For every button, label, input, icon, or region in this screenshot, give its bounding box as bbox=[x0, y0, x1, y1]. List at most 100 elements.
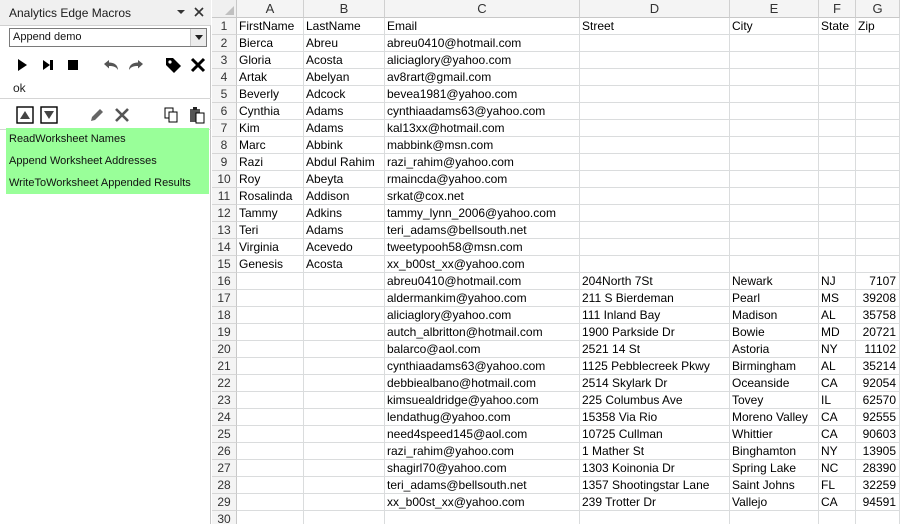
row-header[interactable]: 4 bbox=[212, 69, 237, 86]
cell-c28[interactable]: teri_adams@bellsouth.net bbox=[385, 477, 580, 494]
cell-g9[interactable] bbox=[856, 154, 900, 171]
cell-a22[interactable] bbox=[237, 375, 304, 392]
cell-e8[interactable] bbox=[730, 137, 819, 154]
cell-c7[interactable]: kal13xx@hotmail.com bbox=[385, 120, 580, 137]
cell-b9[interactable]: Abdul Rahim bbox=[304, 154, 385, 171]
cell-c24[interactable]: lendathug@yahoo.com bbox=[385, 409, 580, 426]
cell-f11[interactable] bbox=[819, 188, 856, 205]
row-header[interactable]: 20 bbox=[212, 341, 237, 358]
cell-g29[interactable]: 94591 bbox=[856, 494, 900, 511]
cell-f22[interactable]: CA bbox=[819, 375, 856, 392]
cell-a11[interactable]: Rosalinda bbox=[237, 188, 304, 205]
row-header[interactable]: 21 bbox=[212, 358, 237, 375]
cell-b17[interactable] bbox=[304, 290, 385, 307]
cell-d26[interactable]: 1 Mather St bbox=[580, 443, 730, 460]
cell-c14[interactable]: tweetypooh58@msn.com bbox=[385, 239, 580, 256]
cell-c17[interactable]: aldermankim@yahoo.com bbox=[385, 290, 580, 307]
cell-a17[interactable] bbox=[237, 290, 304, 307]
tag-icon[interactable] bbox=[162, 54, 184, 76]
cell-e23[interactable]: Tovey bbox=[730, 392, 819, 409]
cell-c29[interactable]: xx_b00st_xx@yahoo.com bbox=[385, 494, 580, 511]
row-header[interactable]: 27 bbox=[212, 460, 237, 477]
cell-e21[interactable]: Birmingham bbox=[730, 358, 819, 375]
cell-b10[interactable]: Abeyta bbox=[304, 171, 385, 188]
cell-g25[interactable]: 90603 bbox=[856, 426, 900, 443]
cell-d22[interactable]: 2514 Skylark Dr bbox=[580, 375, 730, 392]
cell-d20[interactable]: 2521 14 St bbox=[580, 341, 730, 358]
cell-b11[interactable]: Addison bbox=[304, 188, 385, 205]
cell-g13[interactable] bbox=[856, 222, 900, 239]
cell-c12[interactable]: tammy_lynn_2006@yahoo.com bbox=[385, 205, 580, 222]
cell-d7[interactable] bbox=[580, 120, 730, 137]
cell-g20[interactable]: 11102 bbox=[856, 341, 900, 358]
cell-g10[interactable] bbox=[856, 171, 900, 188]
cell-f16[interactable]: NJ bbox=[819, 273, 856, 290]
macro-step-item[interactable]: WriteToWorksheet Appended Results bbox=[6, 172, 209, 194]
cell-a20[interactable] bbox=[237, 341, 304, 358]
cell-e2[interactable] bbox=[730, 35, 819, 52]
cell-a24[interactable] bbox=[237, 409, 304, 426]
row-header[interactable]: 12 bbox=[212, 205, 237, 222]
cell-a16[interactable] bbox=[237, 273, 304, 290]
cell-c25[interactable]: need4speed145@aol.com bbox=[385, 426, 580, 443]
delete-icon[interactable] bbox=[187, 54, 209, 76]
cell-g8[interactable] bbox=[856, 137, 900, 154]
cell-c11[interactable]: srkat@cox.net bbox=[385, 188, 580, 205]
cell-f17[interactable]: MS bbox=[819, 290, 856, 307]
chevron-down-icon[interactable] bbox=[190, 29, 206, 46]
cell-g3[interactable] bbox=[856, 52, 900, 69]
column-header-d[interactable]: D bbox=[580, 0, 730, 18]
move-up-icon[interactable] bbox=[14, 104, 36, 126]
cell-b1[interactable]: LastName bbox=[304, 18, 385, 35]
cell-c1[interactable]: Email bbox=[385, 18, 580, 35]
cell-a15[interactable]: Genesis bbox=[237, 256, 304, 273]
undo-icon[interactable] bbox=[100, 54, 122, 76]
macro-step-item[interactable]: ReadWorksheet Names bbox=[6, 128, 209, 150]
cell-f10[interactable] bbox=[819, 171, 856, 188]
cell-e1[interactable]: City bbox=[730, 18, 819, 35]
cell-a4[interactable]: Artak bbox=[237, 69, 304, 86]
cell-a26[interactable] bbox=[237, 443, 304, 460]
cell-b2[interactable]: Abreu bbox=[304, 35, 385, 52]
cell-f8[interactable] bbox=[819, 137, 856, 154]
cell-b12[interactable]: Adkins bbox=[304, 205, 385, 222]
row-header[interactable]: 22 bbox=[212, 375, 237, 392]
cell-g18[interactable]: 35758 bbox=[856, 307, 900, 324]
cell-c13[interactable]: teri_adams@bellsouth.net bbox=[385, 222, 580, 239]
cell-e12[interactable] bbox=[730, 205, 819, 222]
cell-f30[interactable] bbox=[819, 511, 856, 524]
row-header[interactable]: 15 bbox=[212, 256, 237, 273]
cell-e17[interactable]: Pearl bbox=[730, 290, 819, 307]
cell-c3[interactable]: aliciaglory@yahoo.com bbox=[385, 52, 580, 69]
cell-b7[interactable]: Adams bbox=[304, 120, 385, 137]
cell-f1[interactable]: State bbox=[819, 18, 856, 35]
cell-b30[interactable] bbox=[304, 511, 385, 524]
cell-e18[interactable]: Madison bbox=[730, 307, 819, 324]
row-header[interactable]: 24 bbox=[212, 409, 237, 426]
cell-f15[interactable] bbox=[819, 256, 856, 273]
cell-f14[interactable] bbox=[819, 239, 856, 256]
cell-a18[interactable] bbox=[237, 307, 304, 324]
cell-d10[interactable] bbox=[580, 171, 730, 188]
cell-a3[interactable]: Gloria bbox=[237, 52, 304, 69]
cell-c9[interactable]: razi_rahim@yahoo.com bbox=[385, 154, 580, 171]
column-header-f[interactable]: F bbox=[819, 0, 856, 18]
macro-step-item[interactable]: Append Worksheet Addresses bbox=[6, 150, 209, 172]
cell-b8[interactable]: Abbink bbox=[304, 137, 385, 154]
cell-e28[interactable]: Saint Johns bbox=[730, 477, 819, 494]
cell-a21[interactable] bbox=[237, 358, 304, 375]
cell-f12[interactable] bbox=[819, 205, 856, 222]
row-header[interactable]: 6 bbox=[212, 103, 237, 120]
cell-b13[interactable]: Adams bbox=[304, 222, 385, 239]
row-header[interactable]: 30 bbox=[212, 511, 237, 524]
cell-d17[interactable]: 211 S Bierdeman bbox=[580, 290, 730, 307]
row-header[interactable]: 25 bbox=[212, 426, 237, 443]
cell-b24[interactable] bbox=[304, 409, 385, 426]
row-header[interactable]: 26 bbox=[212, 443, 237, 460]
move-down-icon[interactable] bbox=[38, 104, 60, 126]
cell-b6[interactable]: Adams bbox=[304, 103, 385, 120]
play-icon[interactable] bbox=[11, 54, 33, 76]
cell-a9[interactable]: Razi bbox=[237, 154, 304, 171]
cell-a1[interactable]: FirstName bbox=[237, 18, 304, 35]
cell-d24[interactable]: 15358 Via Rio bbox=[580, 409, 730, 426]
